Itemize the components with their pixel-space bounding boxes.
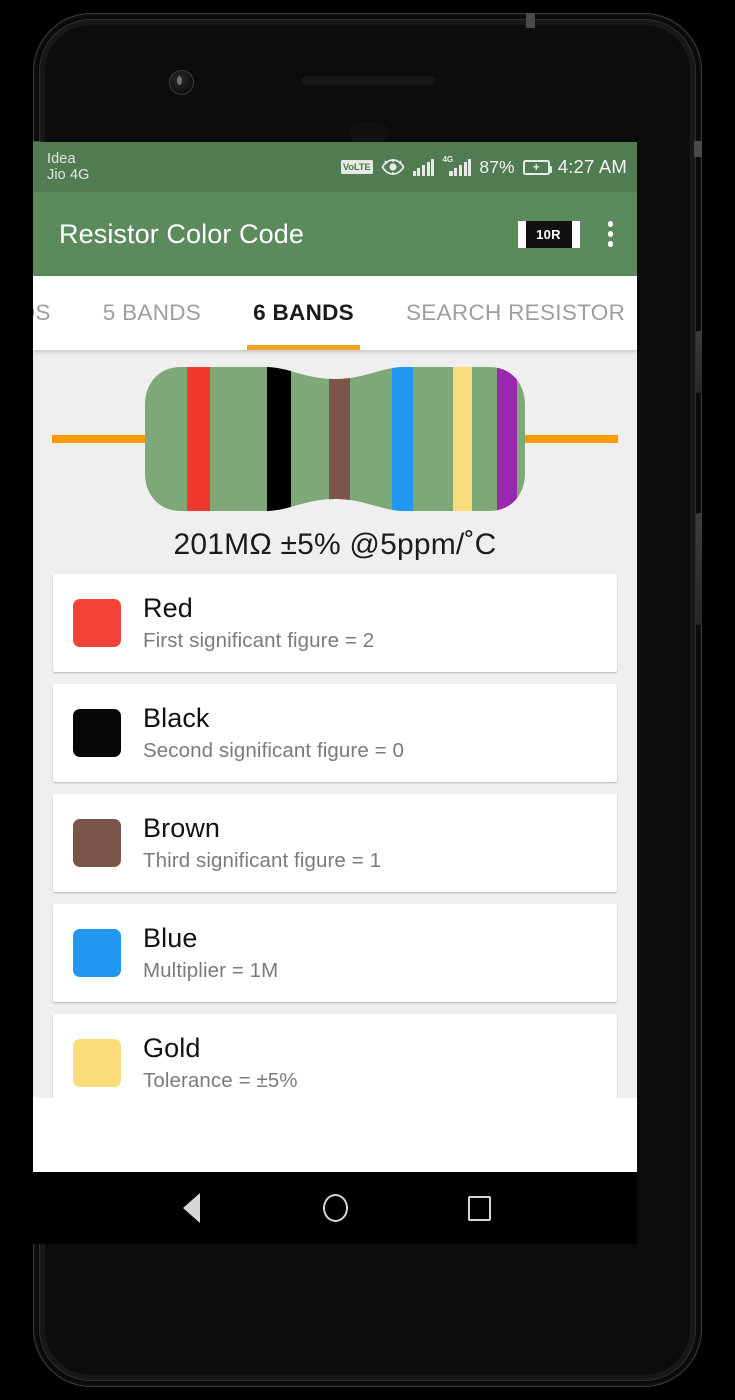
smd-resistor-icon[interactable]: 10R (517, 220, 580, 248)
charging-glyph: + (532, 160, 540, 174)
color-swatch (73, 1039, 121, 1087)
front-camera-icon (169, 70, 194, 95)
app-bar: Resistor Color Code 10R (33, 192, 637, 276)
signal-bars-icon (412, 158, 435, 176)
list-item[interactable]: Red First significant figure = 2 (53, 574, 617, 672)
battery-percent-label: 87% (479, 156, 515, 177)
tab-search-resistor[interactable]: SEARCH RESISTOR (380, 276, 637, 350)
eye-icon (381, 159, 405, 175)
tab-5-bands[interactable]: 5 BANDS (77, 276, 227, 350)
list-item[interactable]: Gold Tolerance = ±5% (53, 1014, 617, 1098)
resistor-band-1 (187, 367, 210, 511)
list-item[interactable]: Blue Multiplier = 1M (53, 904, 617, 1002)
list-item-subtitle: Third significant figure = 1 (143, 849, 382, 872)
back-triangle-icon[interactable] (174, 1191, 208, 1225)
network-type-label: 4G (442, 154, 454, 164)
carrier-labels: Idea Jio 4G (47, 151, 90, 183)
carrier-2-label: Jio 4G (47, 167, 90, 183)
list-item-subtitle: Second significant figure = 0 (143, 739, 405, 762)
band-list: Red First significant figure = 2 Black S… (33, 574, 637, 1098)
tab-strip: ANDS 5 BANDS 6 BANDS SEARCH RESISTOR (33, 276, 637, 350)
list-item[interactable]: Brown Third significant figure = 1 (53, 794, 617, 892)
list-item-title: Black (143, 703, 210, 733)
list-item-subtitle: Multiplier = 1M (143, 959, 279, 982)
volume-button[interactable] (696, 513, 702, 625)
resistor-diagram (33, 350, 637, 528)
color-swatch (73, 599, 121, 647)
resistor-band-6 (497, 367, 518, 511)
carrier-1-label: Idea (47, 150, 76, 167)
list-item[interactable]: Black Second significant figure = 0 (53, 684, 617, 782)
home-circle-icon[interactable] (318, 1191, 352, 1225)
list-item-title: Brown (143, 813, 221, 843)
page-title: Resistor Color Code (59, 218, 304, 249)
battery-charging-icon: + (522, 159, 553, 175)
tab-4-bands[interactable]: ANDS (33, 276, 77, 350)
resistor-value-label: 201MΩ ±5% @5ppm/˚C (173, 528, 497, 561)
smd-cap-left (517, 220, 526, 248)
app-bar-actions: 10R (517, 217, 620, 251)
list-item-subtitle: Tolerance = ±5% (143, 1069, 298, 1092)
proximity-sensor-icon (349, 123, 389, 143)
overflow-menu-icon[interactable] (602, 217, 620, 251)
content-area: 201MΩ ±5% @5ppm/˚C Red First significant… (33, 350, 637, 1098)
resistor-band-2 (267, 367, 292, 511)
resistor-body[interactable] (145, 367, 525, 511)
color-swatch (73, 709, 121, 757)
resistor-band-4 (392, 367, 413, 511)
android-navigation-bar (33, 1172, 637, 1244)
earpiece-speaker-icon (300, 74, 437, 85)
tab-6-bands[interactable]: 6 BANDS (227, 276, 380, 350)
color-swatch (73, 929, 121, 977)
volte-icon: VoLTE (340, 160, 373, 174)
smd-icon-label: 10R (525, 220, 572, 248)
resistor-band-3 (329, 367, 350, 511)
status-bar: Idea Jio 4G VoLTE 4G 87% + 4:27 AM (33, 142, 637, 192)
clock-label: 4:27 AM (557, 156, 627, 177)
antenna-line-top (526, 13, 535, 28)
color-swatch (73, 819, 121, 867)
antenna-line-right (694, 141, 702, 157)
network-type-icon: 4G (442, 154, 472, 176)
list-item-title: Red (143, 593, 193, 623)
list-item-title: Gold (143, 1033, 201, 1063)
power-button[interactable] (696, 331, 702, 393)
recents-square-icon[interactable] (462, 1191, 496, 1225)
resistor-band-5 (453, 367, 472, 511)
list-item-title: Blue (143, 923, 198, 953)
tab-bar: ANDS 5 BANDS 6 BANDS SEARCH RESISTOR (33, 276, 637, 350)
smd-cap-right (571, 220, 580, 248)
status-icons: VoLTE 4G 87% + 4:27 AM (340, 154, 627, 178)
list-item-subtitle: First significant figure = 2 (143, 629, 375, 652)
phone-screen: Idea Jio 4G VoLTE 4G 87% + 4:27 AM Resis… (33, 142, 637, 1172)
